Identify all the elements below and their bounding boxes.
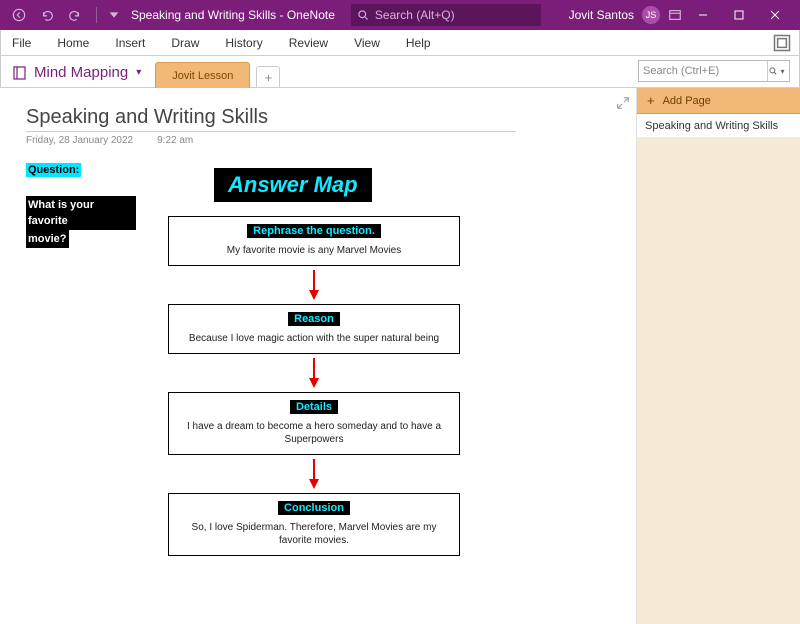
question-label: Question: <box>26 163 81 177</box>
back-button[interactable] <box>8 4 30 26</box>
ribbon-tab-review[interactable]: Review <box>285 31 332 55</box>
window-controls <box>686 0 792 30</box>
search-icon <box>357 9 369 21</box>
flow-box-details: Details I have a dream to become a hero … <box>168 392 460 455</box>
fullscreen-icon[interactable] <box>772 33 792 53</box>
question-text: What is your favorite movie? <box>26 196 136 248</box>
titlebar: Speaking and Writing Skills - OneNote Se… <box>0 0 800 30</box>
add-page-button[interactable]: + Add Page <box>637 88 800 114</box>
notebook-name: Mind Mapping <box>34 64 128 81</box>
section-tab-active[interactable]: Jovit Lesson <box>155 62 250 88</box>
ribbon-tab-insert[interactable]: Insert <box>111 31 149 55</box>
maximize-button[interactable] <box>722 0 756 30</box>
page-search-button[interactable]: ▾ <box>767 61 785 81</box>
ribbon-tab-draw[interactable]: Draw <box>167 31 203 55</box>
page-body: Speaking and Writing Skills Friday, 28 J… <box>0 88 620 164</box>
close-button[interactable] <box>758 0 792 30</box>
chevron-down-icon: ▾ <box>780 67 784 76</box>
add-section-button[interactable]: + <box>256 66 280 88</box>
add-page-label: Add Page <box>663 95 711 107</box>
user-name: Jovit Santos <box>569 8 634 22</box>
flow-box-rephrase: Rephrase the question. My favorite movie… <box>168 216 460 266</box>
search-icon <box>768 66 778 76</box>
question-block: Question: What is your favorite movie? <box>26 160 136 248</box>
arrow-down-icon <box>168 266 460 304</box>
ribbon-display-button[interactable] <box>664 4 686 26</box>
page-meta: Friday, 28 January 2022 9:22 am <box>26 135 594 146</box>
arrow-down-icon <box>168 354 460 392</box>
titlebar-left <box>8 4 121 26</box>
minimize-button[interactable] <box>686 0 720 30</box>
arrow-down-icon <box>168 455 460 493</box>
main-area: Speaking and Writing Skills Friday, 28 J… <box>0 88 800 624</box>
ribbon-tab-home[interactable]: Home <box>53 31 93 55</box>
flow-heading: Conclusion <box>278 501 350 515</box>
page-list-item[interactable]: Speaking and Writing Skills <box>637 114 800 138</box>
page-search-placeholder: Search (Ctrl+E) <box>643 65 767 77</box>
flow-text: My favorite movie is any Marvel Movies <box>175 244 453 257</box>
page-date: Friday, 28 January 2022 <box>26 135 133 146</box>
notebook-icon <box>12 65 28 81</box>
chevron-down-icon: ▾ <box>136 67 141 78</box>
titlebar-search[interactable]: Search (Alt+Q) <box>351 4 541 26</box>
flow-text: I have a dream to become a hero someday … <box>175 420 453 446</box>
document-title: Speaking and Writing Skills <box>131 8 276 22</box>
notebook-selector[interactable]: Mind Mapping ▾ <box>12 64 141 87</box>
answer-map-title-text: Answer Map <box>214 168 372 202</box>
flow-box-reason: Reason Because I love magic action with … <box>168 304 460 354</box>
customize-qat-button[interactable] <box>107 4 121 26</box>
answer-map-title: Answer Map <box>214 168 372 202</box>
notebook-bar: Mind Mapping ▾ Jovit Lesson + Search (Ct… <box>0 56 800 88</box>
flow-box-conclusion: Conclusion So, I love Spiderman. Therefo… <box>168 493 460 556</box>
plus-icon: + <box>647 93 655 108</box>
question-line-2: movie? <box>26 230 69 248</box>
flow-heading: Details <box>290 400 338 414</box>
page-time: 9:22 am <box>157 135 193 146</box>
flow-heading: Rephrase the question. <box>247 224 381 238</box>
window-title: Speaking and Writing Skills - OneNote <box>131 8 335 22</box>
section-tabs: Jovit Lesson + <box>155 61 280 87</box>
page-search[interactable]: Search (Ctrl+E) ▾ <box>638 60 790 82</box>
titlebar-separator <box>96 7 97 23</box>
ribbon-tab-file[interactable]: File <box>8 31 35 55</box>
redo-button[interactable] <box>64 4 86 26</box>
ribbon: File Home Insert Draw History Review Vie… <box>0 30 800 56</box>
app-name: - OneNote <box>276 8 335 22</box>
flow-heading: Reason <box>288 312 340 326</box>
flow-chart: Rephrase the question. My favorite movie… <box>168 216 460 556</box>
title-underline <box>26 131 516 132</box>
user-account[interactable]: Jovit Santos JS <box>569 6 660 24</box>
flow-text: So, I love Spiderman. Therefore, Marvel … <box>175 521 453 547</box>
page-title[interactable]: Speaking and Writing Skills <box>26 106 594 129</box>
titlebar-search-placeholder: Search (Alt+Q) <box>375 8 455 22</box>
page-list-panel: + Add Page Speaking and Writing Skills <box>636 88 800 624</box>
question-line-1: What is your favorite <box>26 196 136 230</box>
ribbon-tab-view[interactable]: View <box>350 31 384 55</box>
note-canvas[interactable]: Speaking and Writing Skills Friday, 28 J… <box>0 88 636 624</box>
flow-text: Because I love magic action with the sup… <box>175 332 453 345</box>
undo-button[interactable] <box>36 4 58 26</box>
avatar: JS <box>642 6 660 24</box>
ribbon-tab-history[interactable]: History <box>221 31 266 55</box>
page-list-empty <box>637 138 800 624</box>
ribbon-tab-help[interactable]: Help <box>402 31 435 55</box>
